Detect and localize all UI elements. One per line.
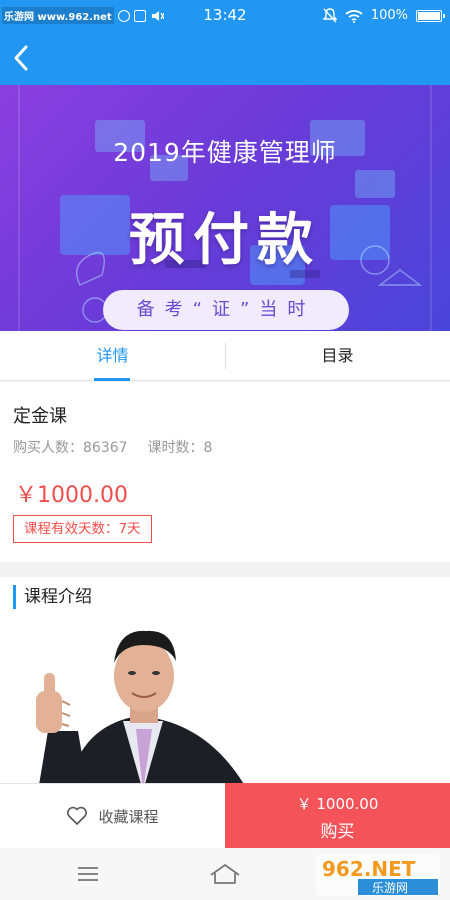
wifi-icon xyxy=(345,9,363,23)
chevron-left-icon xyxy=(14,45,28,71)
bottom-action-bar: 收藏课程 ￥ 1000.00 购买 xyxy=(0,783,450,848)
validity-badge: 课程有效天数：7天 xyxy=(13,515,152,543)
banner-title: 2019年健康管理师 xyxy=(113,138,337,167)
heart-icon xyxy=(67,806,88,825)
silent-bell-icon xyxy=(322,8,337,23)
tab-catalog[interactable]: 目录 xyxy=(225,331,450,381)
menu-icon[interactable] xyxy=(76,864,100,884)
buy-price: ￥ 1000.00 xyxy=(296,795,379,813)
banner-headline: 预付款 xyxy=(129,208,321,273)
svg-text:962.NET: 962.NET xyxy=(322,857,416,881)
course-banner: 2019年健康管理师 预付款 备考“证”当时 xyxy=(0,85,450,331)
svg-text:乐游网: 乐游网 xyxy=(372,881,408,895)
back-button[interactable] xyxy=(6,39,44,77)
system-nav-bar: 962.NET 乐游网 xyxy=(0,848,450,900)
favorite-label: 收藏课程 xyxy=(98,807,159,826)
course-price: ￥1000.00 xyxy=(15,483,128,508)
status-right: 100% xyxy=(322,0,445,31)
banner-slogan: 备考“证”当时 xyxy=(103,290,349,330)
nav-bar xyxy=(0,31,450,85)
course-intro-section: 课程介绍 xyxy=(0,577,450,783)
favorite-course-button[interactable]: 收藏课程 xyxy=(0,784,225,848)
course-meta: 购买人数：86367 课时数：8 xyxy=(13,437,212,457)
course-info-card: 定金课 购买人数：86367 课时数：8 ￥1000.00 课程有效天数：7天 xyxy=(0,382,450,562)
buy-label: 购买 xyxy=(320,822,355,842)
tab-active-indicator xyxy=(94,378,130,381)
tab-bar: 详情 目录 xyxy=(0,331,450,381)
buyer-count: 购买人数：86367 xyxy=(13,440,128,456)
watermark-logo: 962.NET 乐游网 xyxy=(316,854,440,896)
status-bar: 乐游网 www.962.net 13:42 100% xyxy=(0,0,450,31)
teacher-photo xyxy=(36,630,244,783)
section-title: 课程介绍 xyxy=(13,585,92,609)
home-icon[interactable] xyxy=(208,862,242,886)
lesson-count: 课时数：8 xyxy=(147,440,213,456)
battery-percent: 100% xyxy=(370,8,408,23)
tab-details[interactable]: 详情 xyxy=(0,331,225,381)
course-title: 定金课 xyxy=(13,406,67,427)
battery-icon xyxy=(416,9,445,22)
buy-button[interactable]: ￥ 1000.00 购买 xyxy=(225,783,450,848)
